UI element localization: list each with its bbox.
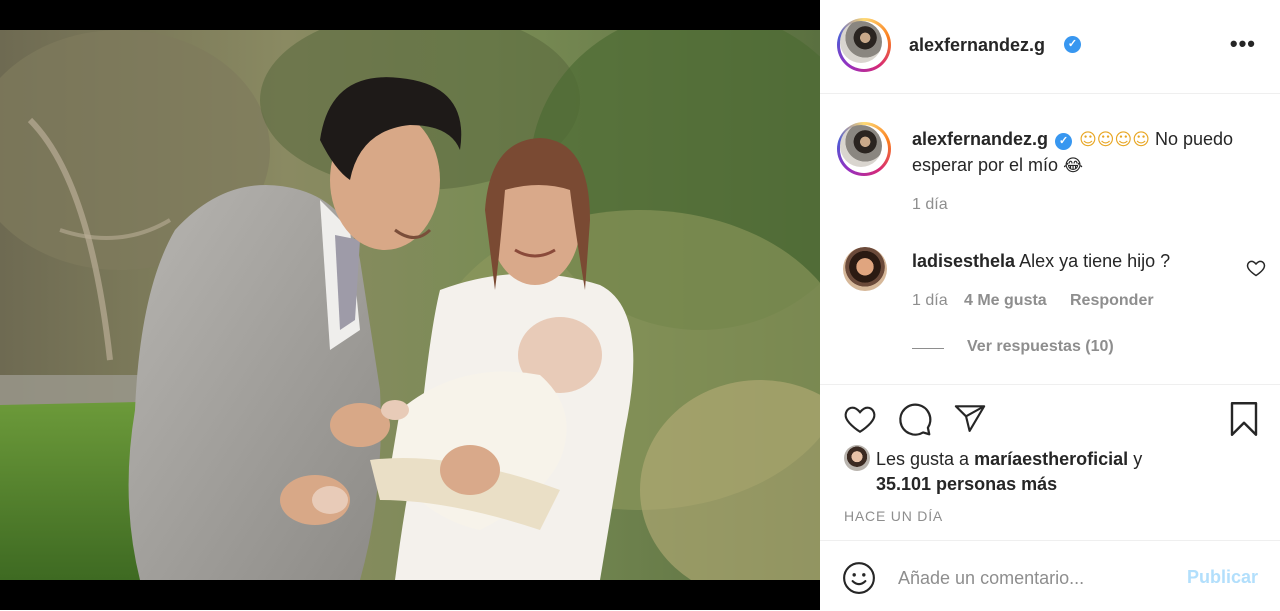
- replies-divider: [912, 348, 944, 349]
- comment-input[interactable]: [898, 563, 1168, 593]
- reply-button[interactable]: Responder: [1070, 292, 1154, 310]
- likes-conjunction: y: [1133, 449, 1143, 469]
- publish-button[interactable]: Publicar: [1187, 567, 1258, 588]
- post-sidebar: alexfernandez.g ✓ ••• alexfernandez.g ✓ …: [820, 0, 1280, 610]
- view-replies-button[interactable]: Ver respuestas (10): [967, 338, 1114, 356]
- caption-avatar-image: [840, 125, 882, 167]
- post-media-panel: [0, 0, 820, 610]
- comment: ladisesthela Alex ya tiene hijo ?: [912, 249, 1170, 274]
- smiley-icon[interactable]: [842, 561, 876, 595]
- caption-time[interactable]: 1 día: [912, 196, 948, 214]
- photo-illustration: [0, 30, 820, 580]
- likes-prefix: Les gusta a: [876, 449, 970, 469]
- commenter-avatar[interactable]: [843, 247, 887, 291]
- post-photo[interactable]: [0, 30, 820, 580]
- add-comment-bar: Publicar: [820, 540, 1280, 611]
- paper-plane-icon[interactable]: [952, 402, 988, 436]
- verified-badge-icon: ✓: [1064, 36, 1081, 53]
- comment-like-heart-icon[interactable]: [1246, 258, 1266, 278]
- comment-text: Alex ya tiene hijo ?: [1019, 251, 1171, 271]
- comment-icon[interactable]: [897, 402, 933, 438]
- caption-verified-badge-icon: ✓: [1055, 133, 1073, 150]
- likes-summary: Les gusta a maríaestheroficial y 35.101 …: [876, 447, 1256, 497]
- more-options-icon[interactable]: •••: [1230, 33, 1256, 55]
- caption-author-avatar[interactable]: [837, 122, 891, 176]
- liker-username[interactable]: maríaestheroficial: [974, 449, 1128, 469]
- comment-username[interactable]: ladisesthela: [912, 251, 1015, 271]
- author-avatar[interactable]: [837, 18, 891, 72]
- author-avatar-image: [840, 21, 882, 63]
- liker-avatar[interactable]: [844, 445, 870, 471]
- post-timestamp[interactable]: HACE UN DÍA: [844, 508, 943, 524]
- bookmark-icon[interactable]: [1228, 401, 1260, 437]
- heart-icon[interactable]: [842, 402, 878, 436]
- comment-time[interactable]: 1 día: [912, 292, 948, 310]
- post-caption: alexfernandez.g ✓ ☺☺☺☺ No puedo esperar …: [912, 127, 1262, 179]
- caption-username[interactable]: alexfernandez.g: [912, 129, 1048, 149]
- header-username[interactable]: alexfernandez.g: [909, 35, 1045, 56]
- caption-emojis: ☺☺☺☺: [1079, 130, 1150, 150]
- caption-emoji-laugh: 😂: [1063, 156, 1083, 176]
- likes-others-count[interactable]: 35.101 personas más: [876, 474, 1057, 494]
- post-actions-section: Les gusta a maríaestheroficial y 35.101 …: [820, 384, 1280, 541]
- post-header: alexfernandez.g ✓ •••: [820, 0, 1280, 94]
- comment-likes-count[interactable]: 4 Me gusta: [964, 292, 1047, 310]
